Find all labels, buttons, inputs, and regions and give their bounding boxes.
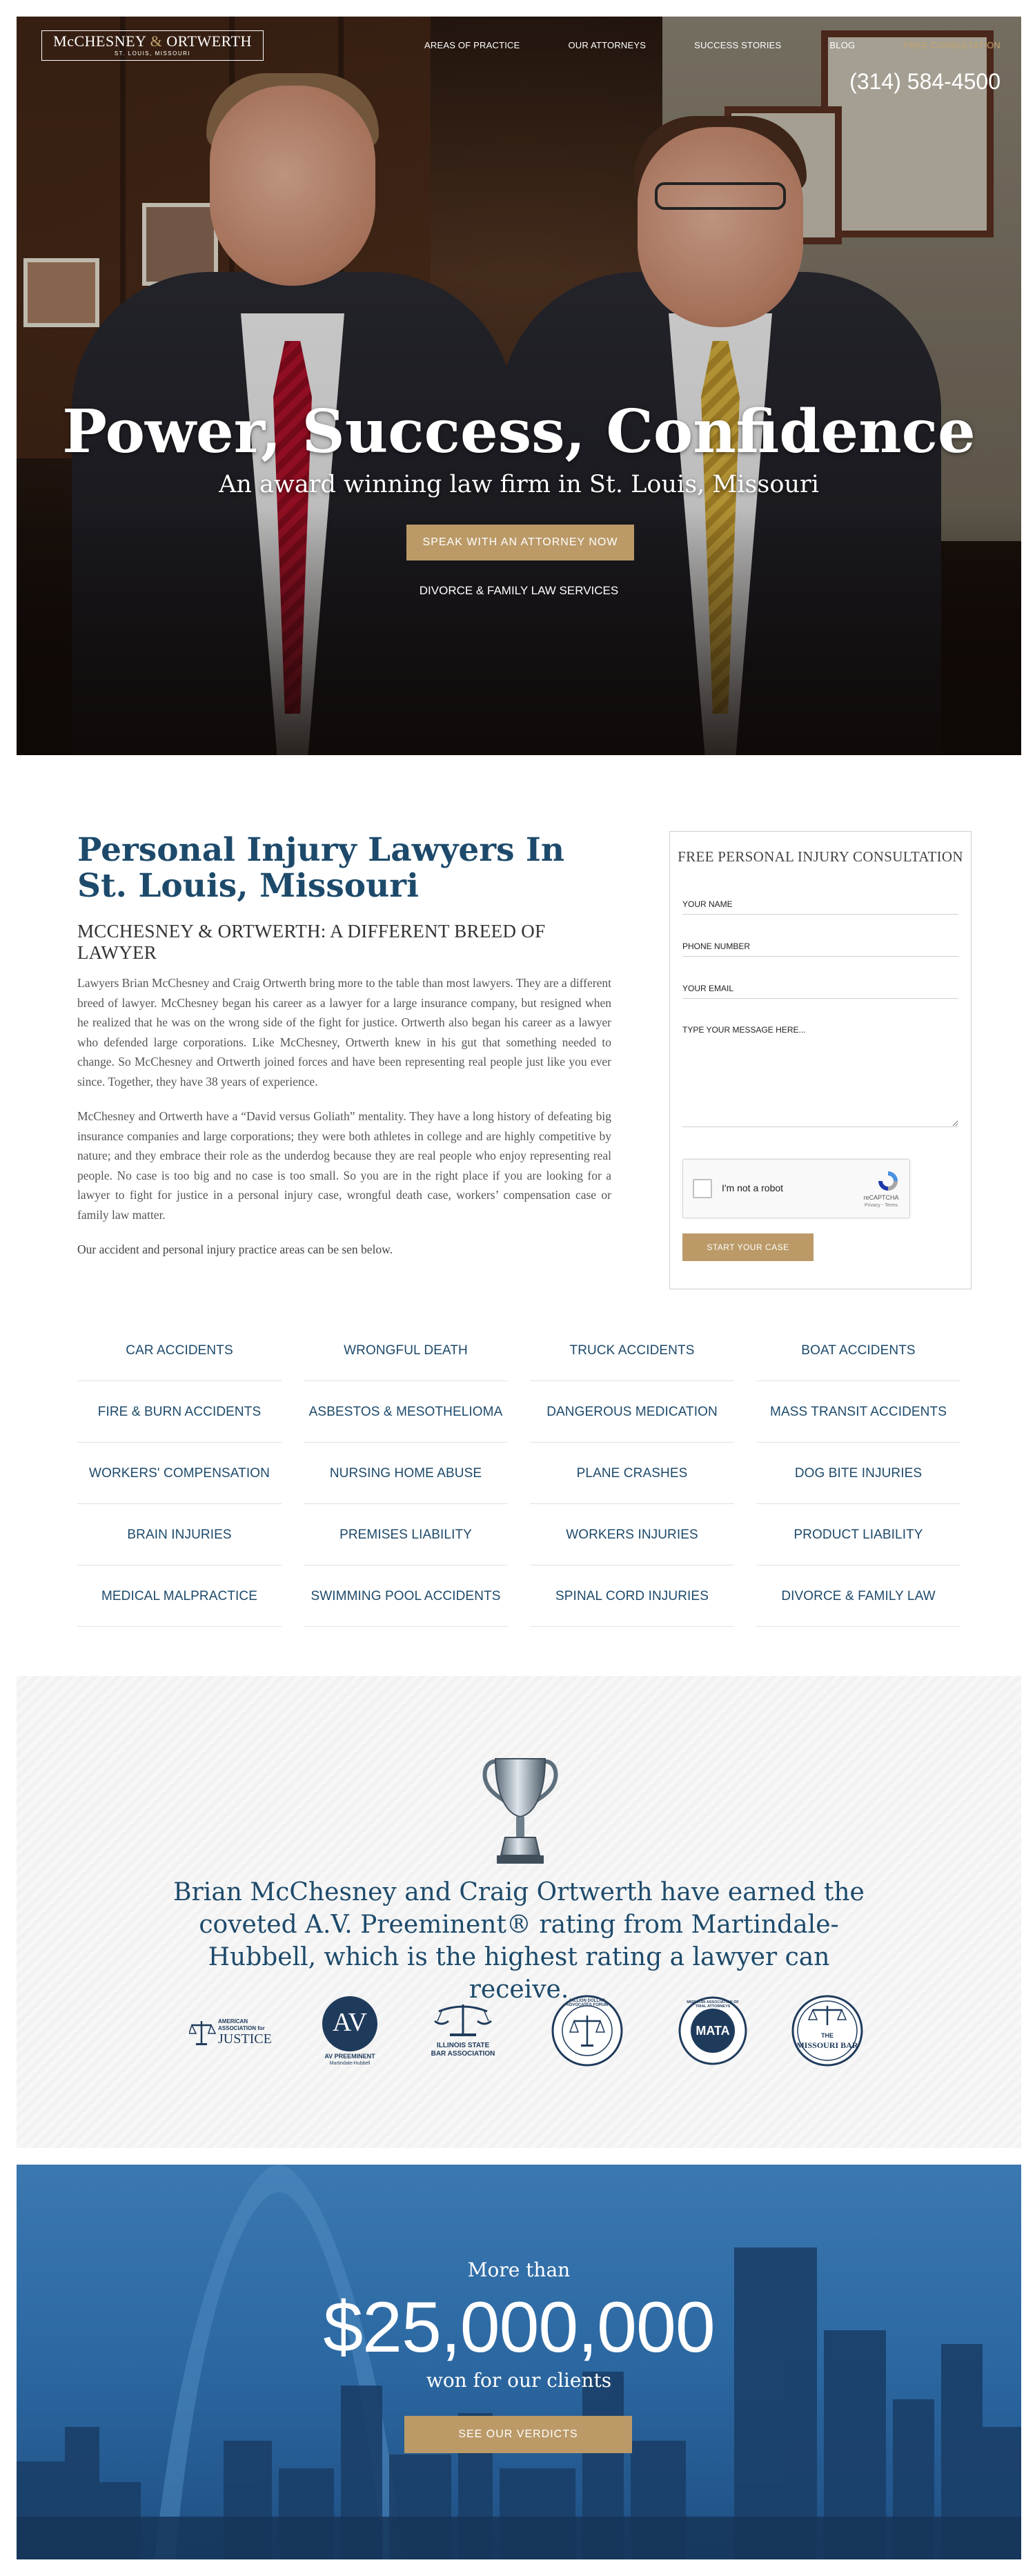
recaptcha-checkbox[interactable] <box>693 1179 712 1198</box>
message-textarea[interactable] <box>682 1025 958 1127</box>
intro-section: Personal Injury Lawyers In St. Louis, Mi… <box>77 832 611 1260</box>
email-input[interactable] <box>682 978 958 999</box>
practice-area-link[interactable]: SWIMMING POOL ACCIDENTS <box>304 1565 508 1627</box>
logo-name-b: ORTWERTH <box>166 32 252 50</box>
logo-name-a: McCHESNEY <box>53 32 146 50</box>
practice-area-link[interactable]: PLANE CRASHES <box>530 1443 734 1504</box>
scales-icon <box>434 2004 492 2036</box>
mata-logo: MATA MISSOURI ASSOCIATION OF TRIAL ATTOR… <box>675 1995 751 2071</box>
practice-area-link[interactable]: BOAT ACCIDENTS <box>756 1320 960 1381</box>
practice-area-link[interactable]: TRUCK ACCIDENTS <box>530 1320 734 1381</box>
practice-area-link[interactable]: DANGEROUS MEDICATION <box>530 1381 734 1443</box>
aaj-logo: AMERICAN ASSOCIATION for JUSTICE <box>189 2013 275 2054</box>
intro-paragraph: Lawyers Brian McChesney and Craig Ortwer… <box>77 976 611 1089</box>
practice-area-link[interactable]: DIVORCE & FAMILY LAW <box>756 1565 960 1627</box>
practice-area-link[interactable]: MASS TRANSIT ACCIDENTS <box>756 1381 960 1443</box>
main-nav: AREAS OF PRACTICE OUR ATTORNEYS SUCCESS … <box>376 40 1000 50</box>
practice-area-link[interactable]: WRONGFUL DEATH <box>304 1320 508 1381</box>
awards-section: Brian McChesney and Craig Ortwerth have … <box>17 1676 1021 2148</box>
practice-area-link[interactable]: DOG BITE INJURIES <box>756 1443 960 1504</box>
nav-areas-of-practice[interactable]: AREAS OF PRACTICE <box>424 40 520 50</box>
logo-ampersand: & <box>150 32 163 50</box>
nav-blog[interactable]: BLOG <box>829 40 855 50</box>
practice-area-link[interactable]: FIRE & BURN ACCIDENTS <box>77 1381 282 1443</box>
recaptcha-icon <box>878 1171 898 1191</box>
practice-area-link[interactable]: PRODUCT LIABILITY <box>756 1504 960 1565</box>
verdicts-section: More than $25,000,000 won for our client… <box>17 2165 1021 2559</box>
practice-areas-grid: CAR ACCIDENTS WRONGFUL DEATH TRUCK ACCID… <box>77 1320 960 1627</box>
nav-free-consultation[interactable]: FREE CONSULTATION <box>903 40 1000 50</box>
name-input[interactable] <box>682 894 958 915</box>
association-badges: AMERICAN ASSOCIATION for JUSTICE AV AV P… <box>189 1995 865 2071</box>
hero-section: McCHESNEY & ORTWERTH ST. LOUIS, MISSOURI… <box>17 17 1021 755</box>
page-heading: Personal Injury Lawyers In St. Louis, Mi… <box>77 831 565 905</box>
intro-paragraph: McChesney and Ortwerth have a “David ver… <box>77 1109 611 1222</box>
consultation-form: FREE PERSONAL INJURY CONSULTATION I'm no… <box>669 831 972 1289</box>
missouri-bar-logo: THE MISSOURI BAR <box>789 1995 865 2071</box>
phone-number-link[interactable]: (314) 584-4500 <box>849 69 1000 95</box>
logo-location: ST. LOUIS, MISSOURI <box>114 50 191 57</box>
trophy-icon <box>482 1758 558 1864</box>
start-your-case-button[interactable]: START YOUR CASE <box>682 1233 814 1261</box>
practice-area-link[interactable]: PREMISES LIABILITY <box>304 1504 508 1565</box>
awards-statement: Brian McChesney and Craig Ortwerth have … <box>173 1878 865 2004</box>
practice-area-link[interactable]: WORKERS' COMPENSATION <box>77 1443 282 1504</box>
page-subheading: MCCHESNEY & ORTWERTH: A DIFFERENT BREED … <box>77 921 546 963</box>
form-title: FREE PERSONAL INJURY CONSULTATION <box>678 848 963 865</box>
nav-success-stories[interactable]: SUCCESS STORIES <box>694 40 781 50</box>
practice-area-link[interactable]: CAR ACCIDENTS <box>77 1320 282 1381</box>
recaptcha-label: I'm not a robot <box>722 1182 784 1193</box>
recaptcha-brand: reCAPTCHA <box>863 1194 899 1201</box>
verdicts-amount: $25,000,000 <box>323 2287 715 2368</box>
practice-area-link[interactable]: BRAIN INJURIES <box>77 1504 282 1565</box>
verdicts-intro: More than <box>467 2258 571 2281</box>
isba-logo: ILLINOIS STATE BAR ASSOCIATION <box>425 1995 501 2071</box>
practice-area-link[interactable]: SPINAL CORD INJURIES <box>530 1565 734 1627</box>
million-dollar-advocates-logo: MILLION DOLLAR ADVOCATES FORUM <box>549 1995 625 2071</box>
nav-our-attorneys[interactable]: OUR ATTORNEYS <box>568 40 646 50</box>
speak-with-attorney-button[interactable]: SPEAK WITH AN ATTORNEY NOW <box>406 525 634 560</box>
practice-area-link[interactable]: MEDICAL MALPRACTICE <box>77 1565 282 1627</box>
divorce-family-law-link[interactable]: DIVORCE & FAMILY LAW SERVICES <box>17 584 1021 598</box>
site-logo[interactable]: McCHESNEY & ORTWERTH ST. LOUIS, MISSOURI <box>41 30 264 61</box>
hero-subtitle: An award winning law firm in St. Louis, … <box>219 471 819 498</box>
practice-area-link[interactable]: WORKERS INJURIES <box>530 1504 734 1565</box>
practice-area-link[interactable]: NURSING HOME ABUSE <box>304 1443 508 1504</box>
verdicts-caption: won for our clients <box>426 2369 612 2392</box>
recaptcha-widget: I'm not a robot reCAPTCHA Privacy - Term… <box>682 1159 910 1218</box>
see-our-verdicts-button[interactable]: SEE OUR VERDICTS <box>404 2416 632 2453</box>
hero-title: Power, Success, Confidence <box>62 397 976 467</box>
practice-area-link[interactable]: ASBESTOS & MESOTHELIOMA <box>304 1381 508 1443</box>
av-preeminent-logo: AV AV PREEMINENT Martindale-Hubbell <box>312 1995 388 2071</box>
recaptcha-terms[interactable]: Privacy - Terms <box>857 1203 905 1208</box>
intro-paragraph: Our accident and personal injury practic… <box>77 1242 393 1256</box>
phone-input[interactable] <box>682 936 958 957</box>
